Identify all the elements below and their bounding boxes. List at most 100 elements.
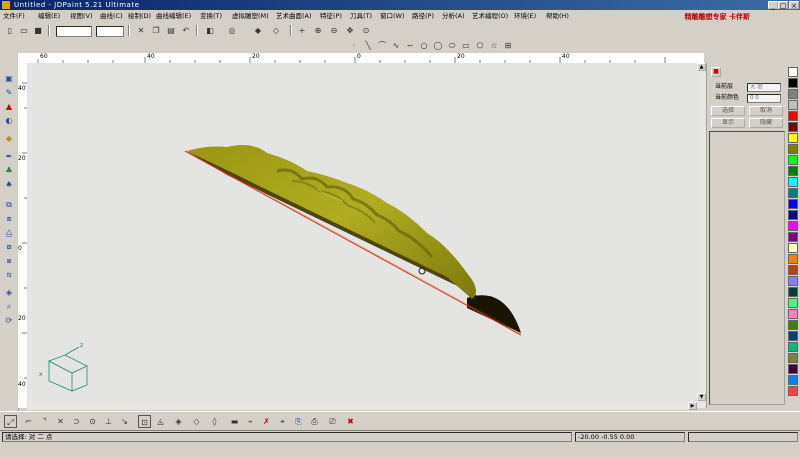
color-swatch[interactable]: [788, 386, 798, 396]
layer-field[interactable]: 无 层: [747, 83, 781, 92]
menu-item-feature[interactable]: 特征(P): [320, 12, 342, 21]
select-icon[interactable]: ▣: [3, 73, 15, 84]
midpoint-icon[interactable]: ◬: [154, 415, 167, 428]
color-swatch[interactable]: [788, 309, 798, 319]
point-icon[interactable]: ·: [348, 40, 360, 52]
color-swatch[interactable]: [788, 265, 798, 275]
cut-icon[interactable]: ✕: [135, 25, 147, 37]
curve-icon[interactable]: ∽: [404, 40, 416, 52]
intersect-icon[interactable]: ⌝: [38, 415, 51, 428]
render-icon[interactable]: ◎: [226, 25, 238, 37]
menu-item-transform[interactable]: 变换(T): [200, 12, 222, 21]
pen-icon[interactable]: ✒: [3, 151, 15, 162]
menu-item-file[interactable]: 文件(F): [3, 12, 25, 21]
minimize-button[interactable]: _: [768, 1, 778, 10]
snap-icon[interactable]: ⤢: [4, 415, 17, 428]
color-swatch[interactable]: [788, 375, 798, 385]
wire-icon[interactable]: ◇: [270, 25, 282, 37]
star-icon[interactable]: ☆: [488, 40, 500, 52]
color-swatch[interactable]: [788, 188, 798, 198]
shape3-icon[interactable]: ◊: [208, 415, 221, 428]
color-swatch[interactable]: [788, 89, 798, 99]
color-swatch[interactable]: [788, 100, 798, 110]
circle2-icon[interactable]: ◯: [432, 40, 444, 52]
cross-icon[interactable]: ✕: [54, 415, 67, 428]
node-edit-icon[interactable]: ✎: [3, 87, 15, 98]
menu-item-art-program[interactable]: 艺术编程(O): [472, 12, 508, 21]
menu-item-analysis[interactable]: 分析(A): [442, 12, 465, 21]
pan-icon[interactable]: ✥: [344, 25, 356, 37]
show-button[interactable]: 显示: [711, 118, 745, 128]
ellipse-icon[interactable]: ⬭: [446, 40, 458, 52]
shape1-icon[interactable]: ◈: [172, 415, 185, 428]
zoom-in-icon[interactable]: ⊕: [312, 25, 324, 37]
copy-tool-icon[interactable]: ⧈: [3, 213, 15, 224]
line-tool-icon[interactable]: ▬: [228, 415, 241, 428]
panel-icon[interactable]: ■: [711, 67, 721, 77]
menu-item-path[interactable]: 路径(P): [412, 12, 434, 21]
drawing-canvas[interactable]: x z: [27, 63, 697, 408]
shape2-icon[interactable]: ◇: [190, 415, 203, 428]
menu-item-draw[interactable]: 绘制(D): [128, 12, 151, 21]
color-swatch[interactable]: [788, 353, 798, 363]
color-swatch[interactable]: [788, 144, 798, 154]
color-swatch[interactable]: [788, 199, 798, 209]
color-swatch[interactable]: [788, 166, 798, 176]
view-combo[interactable]: [96, 26, 124, 37]
cancel-button[interactable]: 取消: [749, 106, 783, 116]
tool-b-icon[interactable]: ✗: [260, 415, 273, 428]
zoom-out-icon[interactable]: ⊖: [328, 25, 340, 37]
center-icon[interactable]: ⊙: [86, 415, 99, 428]
scroll-up-icon[interactable]: ▲: [697, 63, 706, 71]
color-swatch[interactable]: [788, 243, 798, 253]
menu-item-help[interactable]: 帮助(H): [546, 12, 569, 21]
eraser-icon[interactable]: ◆: [3, 133, 15, 144]
zoom-window-icon[interactable]: ⊙: [360, 25, 372, 37]
scroll-down-icon[interactable]: ▼: [697, 393, 706, 401]
color-swatch[interactable]: [788, 331, 798, 341]
color-swatch[interactable]: [788, 287, 798, 297]
close-button[interactable]: ×: [789, 1, 799, 10]
menu-item-view[interactable]: 视图(V): [70, 12, 93, 21]
perp-icon[interactable]: ⊥: [102, 415, 115, 428]
fill-icon[interactable]: ◐: [3, 115, 15, 126]
maximize-button[interactable]: □: [778, 1, 788, 10]
brush-icon[interactable]: ♠: [3, 179, 15, 190]
tool-f-icon[interactable]: ⎚: [326, 415, 339, 428]
menu-item-env[interactable]: 环境(E): [514, 12, 536, 21]
menu-item-tool[interactable]: 刀具(T): [350, 12, 372, 21]
menu-item-edit[interactable]: 编辑(E): [38, 12, 60, 21]
shade-icon[interactable]: ◆: [252, 25, 264, 37]
undo-icon[interactable]: ↶: [180, 25, 192, 37]
select-button[interactable]: 选择: [711, 106, 745, 116]
measure-icon[interactable]: ◈: [3, 287, 15, 298]
color-swatch[interactable]: [788, 342, 798, 352]
menu-item-curve[interactable]: 曲线(C): [100, 12, 123, 21]
tool-c-icon[interactable]: ⌖: [276, 415, 289, 428]
menu-item-sculpt[interactable]: 虚拟雕塑(M): [232, 12, 269, 21]
color-swatch[interactable]: [788, 221, 798, 231]
tool-e-icon[interactable]: ⎙: [308, 415, 321, 428]
shape-icon[interactable]: ▲: [3, 101, 15, 112]
line-icon[interactable]: ╲: [362, 40, 374, 52]
color-swatch[interactable]: [788, 177, 798, 187]
mirror-icon[interactable]: ⧋: [3, 227, 15, 238]
array-icon[interactable]: ⧆: [3, 255, 15, 266]
plus-icon[interactable]: +: [296, 25, 308, 37]
color-swatch[interactable]: [788, 78, 798, 88]
polygon-icon[interactable]: ⬠: [474, 40, 486, 52]
copy-icon[interactable]: ❐: [150, 25, 162, 37]
color-swatch[interactable]: [788, 133, 798, 143]
arc-icon[interactable]: ⌒: [376, 40, 388, 52]
tool-d-icon[interactable]: ⎘: [292, 415, 305, 428]
color-swatch[interactable]: [788, 320, 798, 330]
rectangle-icon[interactable]: ▭: [460, 40, 472, 52]
layer-tool-icon[interactable]: ⧉: [3, 199, 15, 210]
menu-item-window[interactable]: 窗口(W): [380, 12, 405, 21]
tree-icon[interactable]: ♣: [3, 165, 15, 176]
color-swatch[interactable]: [788, 155, 798, 165]
scroll-right-icon[interactable]: ▶: [688, 402, 697, 410]
open-icon[interactable]: ▭: [18, 25, 30, 37]
color-swatch[interactable]: [788, 122, 798, 132]
new-icon[interactable]: ▯: [4, 25, 16, 37]
